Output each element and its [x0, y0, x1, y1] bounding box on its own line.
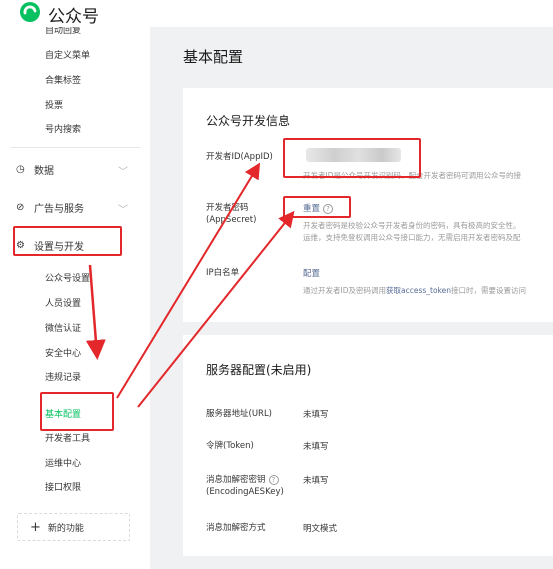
arrow-to-reset [137, 210, 295, 408]
annotation-arrows [85, 162, 295, 408]
arrow-down [85, 264, 106, 360]
